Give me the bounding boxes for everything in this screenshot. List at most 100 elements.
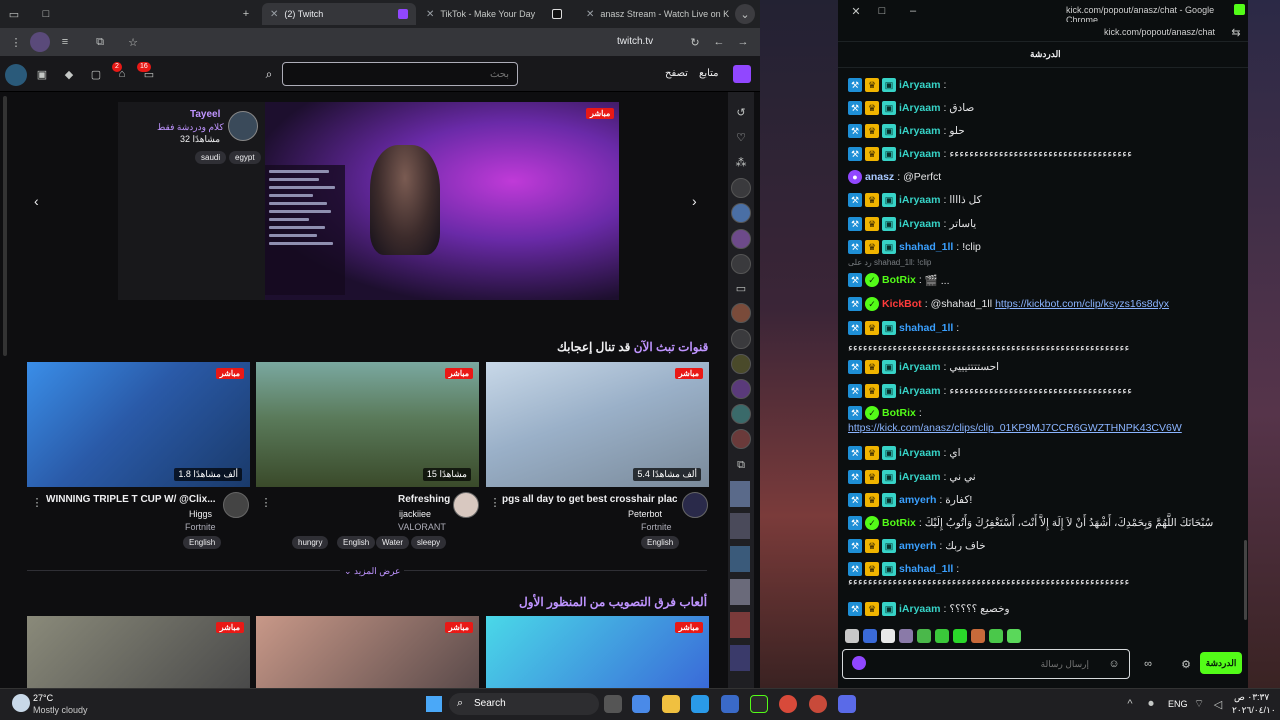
media-controls-icon[interactable]: ≡ [55,32,75,52]
chat-link[interactable]: https://kick.com/anasz/clips/clip_01KP9M… [848,422,1182,434]
stream-thumbnail[interactable]: مباشر 5.4 ألف مشاهدًا [486,362,709,487]
chat-username[interactable]: shahad_1ll [899,241,953,253]
close-tab-icon[interactable]: ✕ [270,9,278,20]
weather-temp[interactable]: 27°C [33,693,53,703]
chat-link[interactable]: https://kickbot.com/clip/ksyzs16s8dyx [995,298,1169,310]
featured-tag[interactable]: saudi [195,151,227,164]
mic-icon[interactable] [852,656,866,670]
chat-username[interactable]: shahad_1ll [899,563,953,575]
minimize-window-icon[interactable]: – [903,1,923,21]
chat-username[interactable]: amyerh [899,540,936,552]
settings-gear-icon[interactable]: ⚙ [1176,654,1196,674]
show-more-button[interactable]: ⌄ عرض المزيد [340,566,405,577]
window-restore-icon[interactable]: □ [36,4,56,24]
chat-username[interactable]: shahad_1ll [899,322,953,334]
carousel-next-icon[interactable]: › [692,193,697,209]
nav-browse[interactable]: تصفح [665,68,688,79]
back-arrow-icon[interactable]: ← [709,32,729,52]
nav-following[interactable]: متابع [699,68,719,79]
recommended-channel-avatar[interactable] [731,379,751,399]
weather-desc[interactable]: Mostly cloudy [33,705,88,715]
category-box-art[interactable] [730,612,750,638]
chat-username[interactable]: iAryaam [899,385,940,397]
channel-name[interactable]: Peterbot [628,509,662,519]
chat-username[interactable]: iAryaam [899,471,940,483]
taskbar-search[interactable]: ⌕ Search [449,693,599,715]
network-icon[interactable]: ⌔ [1189,694,1209,714]
channel-avatar[interactable] [223,492,249,518]
chat-username[interactable]: BotRix [882,407,916,419]
recommended-channel-avatar[interactable] [731,303,751,323]
game-name[interactable]: Fortnite [185,522,216,532]
twitch-logo-icon[interactable] [733,65,751,83]
category-box-art[interactable] [730,546,750,572]
task-view-icon[interactable] [604,695,622,713]
channel-avatar[interactable] [682,492,708,518]
language-indicator[interactable]: ENG [1168,699,1188,709]
section-title-highlight[interactable]: قنوات تبث الآن [634,340,709,354]
chat-username[interactable]: BotRix [882,517,916,529]
channel-avatar[interactable] [453,492,479,518]
new-tab-icon[interactable]: + [236,4,256,24]
stream-tag[interactable]: English [641,536,680,549]
microphone-icon[interactable]: ⏺ [1141,694,1161,714]
infinity-icon[interactable]: ∞ [1138,654,1158,674]
stream-title[interactable]: Refreshing [398,494,450,505]
emote-icon[interactable] [953,629,967,643]
recommended-channel-avatar[interactable] [731,329,751,349]
featured-tag[interactable]: egypt [229,151,261,164]
tab-kick[interactable]: ✕ anasz Stream - Watch Live on K [578,3,730,25]
emote-icon[interactable] [917,629,931,643]
close-window-icon[interactable]: ✕ [846,1,866,21]
close-tab-icon[interactable]: ✕ [586,9,594,20]
stream-tag[interactable]: Water [376,536,410,549]
channel-name[interactable]: Higgs [189,509,212,519]
chat-username[interactable]: iAryaam [899,102,940,114]
bookmark-star-icon[interactable]: ☆ [123,32,143,52]
game-name[interactable]: VALORANT [398,522,446,532]
followed-channel-avatar[interactable] [731,254,751,274]
emote-icon[interactable] [845,629,859,643]
profile-avatar-icon[interactable] [30,32,50,52]
copilot-icon[interactable] [632,695,650,713]
chat-username[interactable]: iAryaam [899,125,940,137]
chat-username[interactable]: iAryaam [899,603,940,615]
page-scrollbar[interactable] [3,96,7,356]
store-icon[interactable] [721,695,739,713]
stream-thumbnail[interactable]: مباشر [256,616,479,688]
tab-search-icon[interactable]: ▭ [4,4,24,24]
emote-icon[interactable] [863,629,877,643]
tab-tiktok[interactable]: ✕ TikTok - Make Your Day [418,3,570,25]
reload-icon[interactable]: ↻ [685,32,705,52]
chat-scrollbar[interactable] [1244,540,1247,620]
chat-username[interactable]: anasz [865,171,894,183]
user-avatar[interactable] [5,64,27,86]
weather-icon[interactable] [12,694,30,712]
chat-username[interactable]: iAryaam [899,361,940,373]
chat-message-input[interactable] [842,649,1130,679]
category-box-art[interactable] [730,645,750,671]
chat-username[interactable]: iAryaam [899,79,940,91]
clock-date[interactable]: ٢٠٢٦/٠٤/١٠ [1232,705,1276,716]
emote-icon[interactable] [881,629,895,643]
stream-thumbnail[interactable]: مباشر 15 مشاهدًا [256,362,479,487]
emote-icon[interactable] [935,629,949,643]
carousel-prev-icon[interactable]: ‹ [34,193,39,209]
recommended-channel-avatar[interactable] [731,429,751,449]
chrome-icon[interactable] [809,695,827,713]
menu-kebab-icon[interactable]: ⋮ [6,32,26,52]
discord-icon[interactable] [838,695,856,713]
maximize-window-icon[interactable]: □ [872,1,892,21]
stream-tag[interactable]: English [337,536,376,549]
emote-icon[interactable] [1007,629,1021,643]
channel-name[interactable]: ijackiiee [399,509,431,519]
collapse-sidebar-icon[interactable]: ↺ [731,102,751,122]
send-chat-button[interactable]: الدردشة [1200,652,1242,674]
chrome-icon[interactable] [779,695,797,713]
stream-tag[interactable]: English [183,536,222,549]
emoji-picker-icon[interactable]: ☺ [1104,654,1124,674]
category-box-art[interactable] [730,579,750,605]
featured-avatar[interactable] [228,111,258,141]
chat-username[interactable]: amyerh [899,494,936,506]
url-text[interactable]: twitch.tv [617,36,653,47]
